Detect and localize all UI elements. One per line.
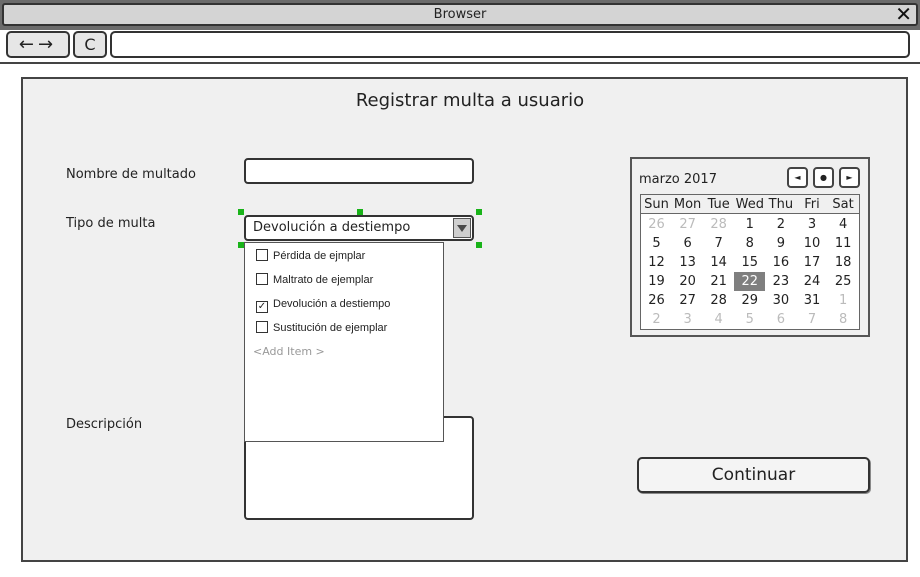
continuar-button[interactable]: Continuar <box>637 457 870 493</box>
calendar-day[interactable]: 5 <box>641 234 672 253</box>
calendar-weekday: Sun <box>644 197 669 212</box>
tipo-selected-value: Devolución a destiempo <box>253 220 411 235</box>
calendar-day[interactable]: 2 <box>765 215 796 234</box>
descripcion-label: Descripción <box>66 417 143 432</box>
checkbox[interactable] <box>256 273 268 285</box>
page-title: Registrar multa a usuario <box>355 90 585 111</box>
calendar-day[interactable]: 10 <box>797 234 828 253</box>
calendar-day[interactable]: 6 <box>672 234 703 253</box>
calendar: marzo 2017 ◄ ● ► Sun Mon Tue Wed Thu Fri Sat 2… <box>630 157 870 337</box>
calendar-weekday: Mon <box>673 197 702 212</box>
nombre-input[interactable] <box>244 158 474 184</box>
calendar-day[interactable]: 19 <box>641 272 672 291</box>
checkbox[interactable] <box>256 321 268 333</box>
chevron-down-icon[interactable] <box>453 218 471 238</box>
calendar-day[interactable]: 4 <box>828 215 859 234</box>
calendar-day[interactable]: 28 <box>703 291 734 310</box>
dropdown-item[interactable]: Sustitución de ejemplar <box>256 321 387 335</box>
url-bar[interactable] <box>110 31 910 58</box>
toolbar-divider <box>0 62 920 64</box>
reload-icon[interactable]: C <box>73 31 107 58</box>
calendar-day[interactable]: 25 <box>828 272 859 291</box>
calendar-day[interactable]: 30 <box>765 291 796 310</box>
dropdown-item-label: Pérdida de ejmplar <box>273 250 366 262</box>
calendar-day[interactable]: 27 <box>672 291 703 310</box>
calendar-day[interactable]: 28 <box>703 215 734 234</box>
selection-handle <box>476 209 482 215</box>
calendar-day[interactable]: 9 <box>765 234 796 253</box>
calendar-weekday: Sat <box>832 197 854 212</box>
back-forward-buttons[interactable]: ←→ <box>6 31 70 58</box>
tipo-select[interactable]: Devolución a destiempo <box>244 215 474 241</box>
selection-handle <box>238 209 244 215</box>
selection-handle <box>476 242 482 248</box>
calendar-weekday: Fri <box>804 197 820 212</box>
calendar-day[interactable]: 7 <box>797 310 828 329</box>
calendar-day[interactable]: 3 <box>672 310 703 329</box>
tipo-dropdown-list: Pérdida de ejmplar Maltrato de ejemplar … <box>244 242 444 442</box>
calendar-day[interactable]: 14 <box>703 253 734 272</box>
calendar-day[interactable]: 17 <box>797 253 828 272</box>
calendar-day[interactable]: 1 <box>734 215 765 234</box>
calendar-day[interactable]: 4 <box>703 310 734 329</box>
calendar-day[interactable]: 6 <box>765 310 796 329</box>
checkbox[interactable]: ✓ <box>256 301 268 313</box>
calendar-weekday: Wed <box>735 197 764 212</box>
browser-toolbar: ←→ C <box>0 30 920 62</box>
dropdown-item[interactable]: ✓ Devolución a destiempo <box>256 297 391 313</box>
dropdown-item[interactable]: Maltrato de ejemplar <box>256 273 373 287</box>
dropdown-item-label: Devolución a destiempo <box>273 298 391 310</box>
nombre-label: Nombre de multado <box>66 167 196 182</box>
calendar-day[interactable]: 24 <box>797 272 828 291</box>
dropdown-item[interactable]: Pérdida de ejmplar <box>256 249 365 263</box>
calendar-grid: Sun Mon Tue Wed Thu Fri Sat 26 27 28 1 2 3 4 5 6 7 8 9 10 1… <box>640 194 860 330</box>
calendar-day[interactable]: 5 <box>734 310 765 329</box>
calendar-month-label: marzo 2017 <box>639 172 717 187</box>
dropdown-item-label: Sustitución de ejemplar <box>273 322 388 334</box>
prev-month-icon[interactable]: ◄ <box>787 167 808 188</box>
calendar-day[interactable]: 16 <box>765 253 796 272</box>
calendar-day[interactable]: 8 <box>734 234 765 253</box>
close-icon[interactable]: ✕ <box>895 4 912 24</box>
calendar-day[interactable]: 15 <box>734 253 765 272</box>
dropdown-item-label: Maltrato de ejemplar <box>273 274 374 286</box>
calendar-day[interactable]: 27 <box>672 215 703 234</box>
next-month-icon[interactable]: ► <box>839 167 860 188</box>
calendar-day[interactable]: 7 <box>703 234 734 253</box>
browser-titlebar: Browser ✕ <box>0 0 920 30</box>
today-icon[interactable]: ● <box>813 167 834 188</box>
titlebar: Browser ✕ <box>2 3 918 26</box>
calendar-day[interactable]: 1 <box>828 291 859 310</box>
calendar-day[interactable]: 12 <box>641 253 672 272</box>
window-title: Browser <box>433 7 487 22</box>
calendar-day[interactable]: 23 <box>765 272 796 291</box>
calendar-day[interactable]: 26 <box>641 215 672 234</box>
calendar-day[interactable]: 31 <box>797 291 828 310</box>
tipo-label: Tipo de multa <box>66 216 156 231</box>
checkbox[interactable] <box>256 249 268 261</box>
calendar-day[interactable]: 3 <box>797 215 828 234</box>
calendar-weekday: Tue <box>707 197 730 212</box>
calendar-day[interactable]: 8 <box>828 310 859 329</box>
calendar-day[interactable]: 21 <box>703 272 734 291</box>
calendar-day[interactable]: 18 <box>828 253 859 272</box>
calendar-day[interactable]: 2 <box>641 310 672 329</box>
selection-handle <box>357 209 363 215</box>
calendar-day[interactable]: 20 <box>672 272 703 291</box>
calendar-weekday-header: Sun Mon Tue Wed Thu Fri Sat <box>641 195 859 214</box>
calendar-weekday: Thu <box>768 197 794 212</box>
calendar-day[interactable]: 11 <box>828 234 859 253</box>
calendar-day[interactable]: 26 <box>641 291 672 310</box>
calendar-day[interactable]: 22 <box>734 272 766 291</box>
calendar-day[interactable]: 29 <box>734 291 765 310</box>
calendar-day[interactable]: 13 <box>672 253 703 272</box>
add-item-link[interactable]: <Add Item > <box>253 345 325 358</box>
